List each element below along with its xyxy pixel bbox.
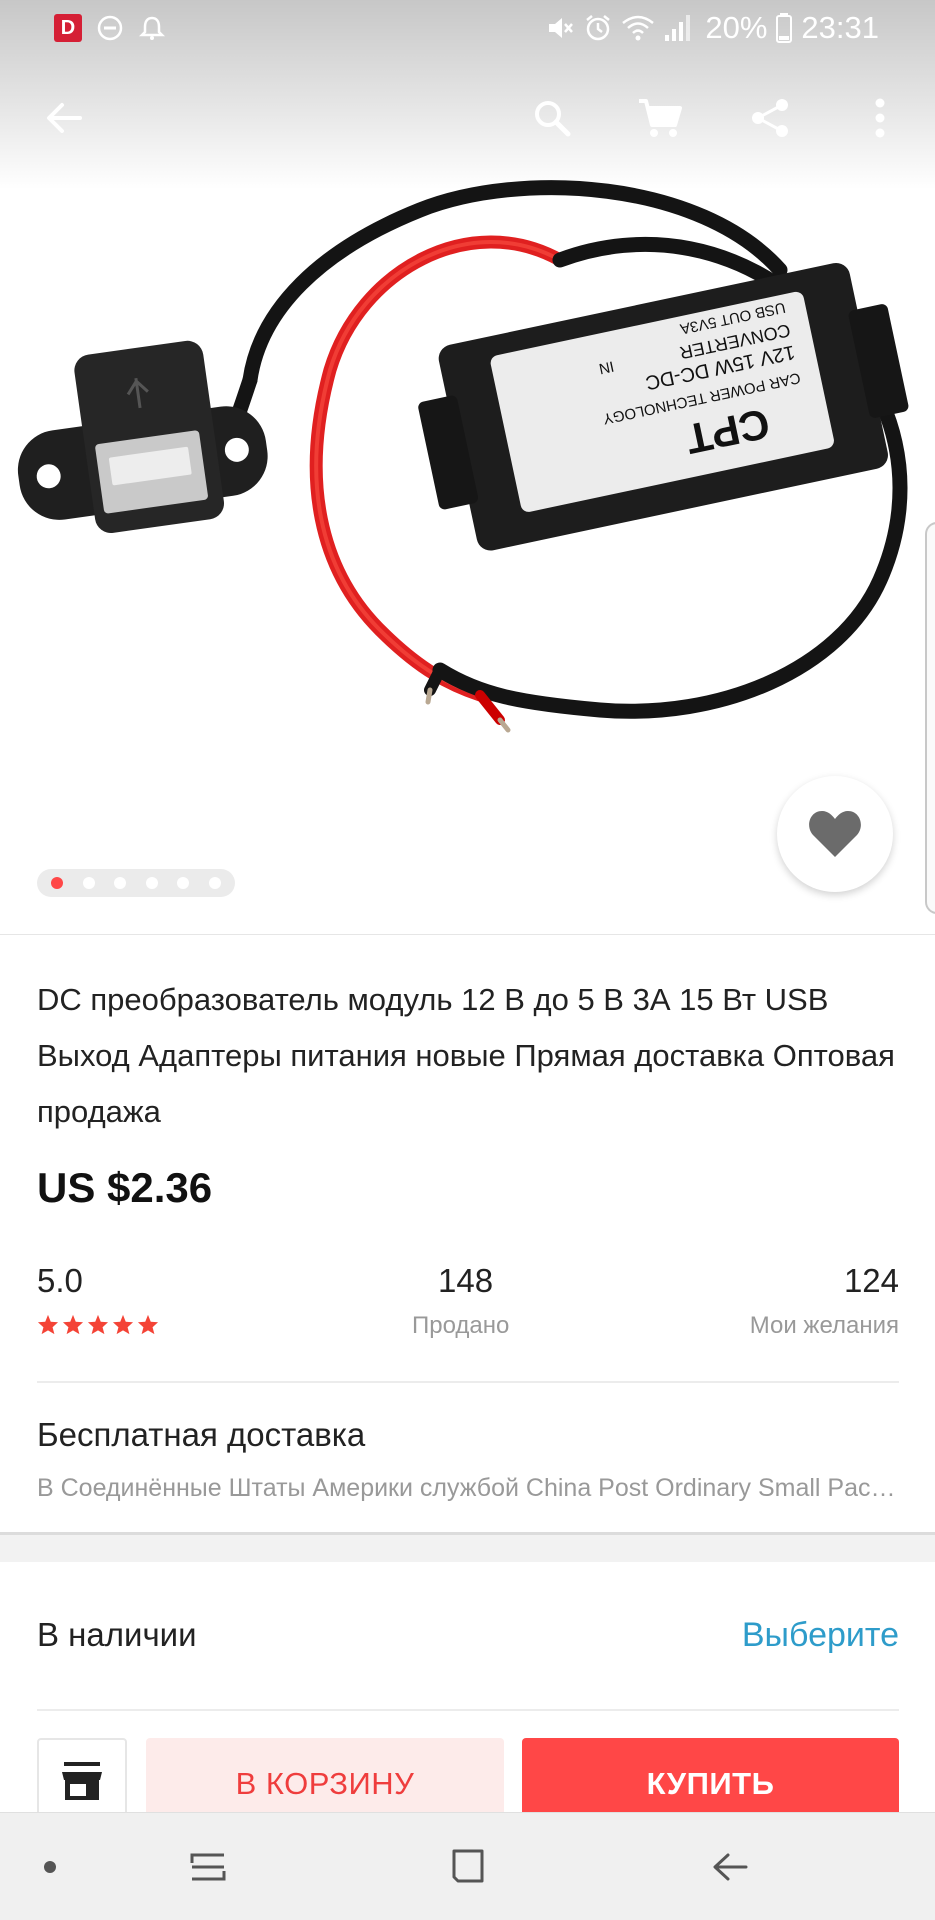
cart-button[interactable] xyxy=(620,78,700,158)
system-nav-bar xyxy=(0,1812,935,1920)
app-toolbar xyxy=(0,78,935,158)
battery-icon xyxy=(776,13,793,43)
status-right-cluster: 20% 23:31 xyxy=(545,10,879,46)
buy-now-button[interactable]: КУПИТЬ xyxy=(522,1738,899,1812)
star-icon xyxy=(87,1314,109,1335)
pagination-dot[interactable] xyxy=(208,877,221,889)
home-icon xyxy=(452,1849,484,1883)
divider xyxy=(37,1709,899,1711)
battery-percent: 20% xyxy=(705,10,768,45)
back-arrow-icon xyxy=(47,103,82,133)
add-to-cart-button[interactable]: В КОРЗИНУ xyxy=(146,1738,504,1812)
wishlist-button[interactable] xyxy=(777,776,893,892)
divider xyxy=(37,1381,899,1383)
share-button[interactable] xyxy=(730,78,810,158)
star-icon xyxy=(112,1314,134,1335)
stock-label: В наличии xyxy=(37,1616,197,1653)
product-gallery[interactable]: CPT CAR POWER TECHNOLOGY 12V 15W DC-DC C… xyxy=(0,0,935,934)
pagination-dot[interactable] xyxy=(82,877,95,889)
product-photo[interactable]: CPT CAR POWER TECHNOLOGY 12V 15W DC-DC C… xyxy=(0,150,935,890)
back-icon xyxy=(713,1853,748,1881)
alarm-icon xyxy=(586,15,611,41)
action-bar: В КОРЗИНУ КУПИТЬ xyxy=(0,1738,935,1812)
pagination-dot[interactable] xyxy=(145,877,158,889)
search-button[interactable] xyxy=(512,78,592,158)
notification-bell-icon xyxy=(138,16,166,40)
star-icon xyxy=(37,1314,59,1335)
select-options-link[interactable]: Выберите xyxy=(742,1616,899,1655)
clock: 23:31 xyxy=(801,10,879,45)
cart-icon xyxy=(639,99,682,137)
nav-dot-button[interactable] xyxy=(20,1837,80,1897)
more-button[interactable] xyxy=(840,78,920,158)
more-vert-icon xyxy=(875,98,885,138)
share-icon xyxy=(752,99,788,137)
wifi-icon xyxy=(622,15,655,41)
store-button[interactable] xyxy=(37,1738,127,1812)
section-separator xyxy=(0,1532,935,1562)
back-button[interactable] xyxy=(24,78,104,158)
sold-label: Продано xyxy=(412,1312,510,1339)
search-icon xyxy=(535,101,571,137)
back-nav-button[interactable] xyxy=(700,1837,760,1897)
heart-icon xyxy=(809,811,861,857)
wishlist-label: Мои желания xyxy=(749,1312,899,1339)
shipping-title[interactable]: Бесплатная доставка xyxy=(37,1416,365,1454)
home-button[interactable] xyxy=(438,1837,498,1897)
pagination-dot[interactable] xyxy=(177,877,190,889)
rating-stars[interactable] xyxy=(37,1314,159,1335)
wishlist-count: 124 xyxy=(843,1262,899,1299)
product-title: DC преобразователь модуль 12 В до 5 В 3А… xyxy=(37,982,895,1129)
recents-icon xyxy=(190,1853,226,1881)
mute-icon xyxy=(549,18,574,38)
star-icon xyxy=(62,1314,84,1335)
dot-icon xyxy=(44,1861,56,1873)
sold-count: 148 xyxy=(438,1262,494,1299)
image-pagination xyxy=(37,869,235,897)
side-panel-edge[interactable] xyxy=(925,522,935,914)
recent-apps-button[interactable] xyxy=(178,1837,238,1897)
pagination-dot[interactable] xyxy=(51,877,63,889)
app-notification-icon: D xyxy=(54,14,82,42)
star-icon xyxy=(137,1314,159,1335)
pagination-dot[interactable] xyxy=(114,877,127,889)
shipping-subtitle[interactable]: В Соединённые Штаты Америки службой Chin… xyxy=(37,1474,899,1503)
status-bar: D 20% 23:31 xyxy=(0,0,935,56)
signal-icon xyxy=(665,15,691,41)
dnd-icon xyxy=(97,15,123,41)
product-price: US $2.36 xyxy=(37,1164,213,1211)
divider xyxy=(0,934,935,935)
store-icon xyxy=(62,1762,102,1800)
rating-value: 5.0 xyxy=(37,1262,83,1299)
product-stats: 5.0 148 Продано 124 Мои желания xyxy=(37,1256,899,1346)
